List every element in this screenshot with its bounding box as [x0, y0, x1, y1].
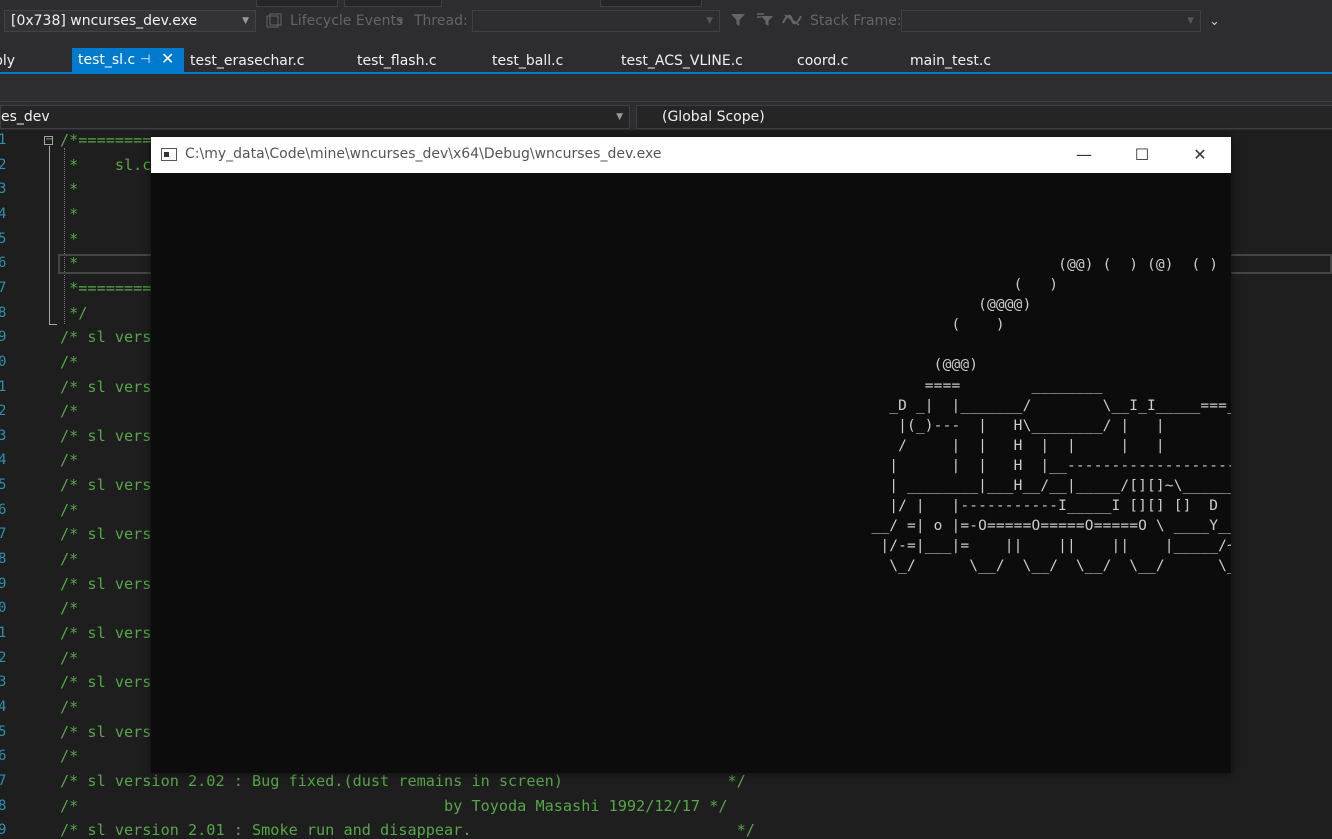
code-line: * [60, 180, 79, 198]
line-number: 1 [0, 625, 7, 641]
minimize-button[interactable]: — [1061, 137, 1107, 173]
scope-dropdown[interactable]: (Global Scope) [636, 105, 1332, 129]
line-number: 9 [0, 822, 7, 838]
lifecycle-events-button[interactable]: Lifecycle Events [290, 13, 403, 29]
code-line: * [60, 254, 79, 272]
debug-location-toolbar: [0x738] wncurses_dev.exe ▼ Lifecycle Eve… [0, 0, 1332, 44]
tab-label: coord.c [797, 53, 849, 69]
project-dropdown[interactable]: es_dev ▼ [0, 105, 630, 129]
line-number: 3 [0, 181, 7, 197]
fold-guide-line [49, 146, 50, 324]
tab-test-sl-c[interactable]: test_sl.c ⊣ ✕ [72, 48, 184, 74]
fold-guide-end [49, 324, 57, 325]
code-line: /* [60, 353, 79, 371]
close-button[interactable]: ✕ [1177, 137, 1223, 173]
maximize-button[interactable]: ☐ [1119, 137, 1165, 173]
console-output: (@@) ( ) (@) ( ) @@ () @ O @ ( ) (@@@@) … [151, 173, 1231, 773]
line-number: 8 [0, 551, 7, 567]
code-line: */ [60, 304, 88, 322]
editor-subbar [0, 74, 1332, 102]
line-number: 8 [0, 305, 7, 321]
code-line: /* [60, 747, 79, 765]
collapse-region-icon[interactable]: − [44, 135, 53, 145]
thread-label: Thread: [414, 13, 468, 29]
code-line: /* [60, 698, 79, 716]
line-number: 0 [0, 354, 7, 370]
line-number: 6 [0, 748, 7, 764]
tab-partial[interactable]: bly [0, 50, 40, 72]
lifecycle-events-icon [266, 13, 282, 33]
close-icon[interactable]: ✕ [161, 49, 174, 68]
line-number: 5 [0, 477, 7, 493]
line-number: 8 [0, 798, 7, 814]
code-line: /* sl version 2.02 : Bug fixed.(dust rem… [60, 772, 746, 790]
code-line: /* [60, 550, 79, 568]
collapsed-toolbar-tab[interactable] [344, 0, 442, 7]
code-line: /* sl version 2.01 : Smoke run and disap… [60, 821, 755, 839]
line-number: 4 [0, 206, 7, 222]
line-number: 7 [0, 526, 7, 542]
line-number: 2 [0, 650, 7, 666]
code-line: * [60, 205, 79, 223]
tab-label: test_sl.c [78, 52, 136, 68]
collapsed-toolbar-tab[interactable] [256, 0, 338, 7]
console-title-bar[interactable]: C:\my_data\Code\mine\wncurses_dev\x64\De… [151, 137, 1231, 173]
code-line: /* [60, 402, 79, 420]
line-number: 1 [0, 379, 7, 395]
line-number: 3 [0, 674, 7, 690]
line-number: 6 [0, 502, 7, 518]
process-value: [0x738] wncurses_dev.exe [11, 13, 198, 29]
tab-label: test_erasechar.c [190, 53, 305, 69]
line-number: 5 [0, 231, 7, 247]
code-line: * [60, 230, 79, 248]
process-dropdown[interactable]: [0x738] wncurses_dev.exe ▼ [4, 10, 256, 32]
code-line: * sl.c [60, 156, 152, 174]
thread-flag-icon[interactable] [782, 12, 802, 32]
toggle-flag-filter-icon[interactable] [756, 12, 774, 32]
console-app-icon [161, 148, 177, 161]
line-number: 6 [0, 255, 7, 271]
line-number: 0 [0, 600, 7, 616]
stack-frame-dropdown[interactable]: ▼ [901, 10, 1201, 32]
tab-label: test_ball.c [492, 53, 564, 69]
tab-label: test_flash.c [357, 53, 437, 69]
toolbar-overflow-button[interactable]: ⌄ [1209, 14, 1220, 29]
code-line: /* [60, 599, 79, 617]
code-line: /* by Toyoda Masashi 1992/12/17 */ [60, 797, 728, 815]
code-line: /* [60, 649, 79, 667]
code-line: /* [60, 451, 79, 469]
chevron-down-icon: ▼ [706, 16, 713, 26]
document-tab-strip: bly test_sl.c ⊣ ✕ test_erasechar.c test_… [0, 44, 1332, 74]
line-number: 5 [0, 724, 7, 740]
tab-label: test_ACS_VLINE.c [621, 53, 743, 69]
lifecycle-chevron-icon[interactable]: ▾ [398, 16, 403, 27]
collapsed-toolbar-tab[interactable] [600, 0, 702, 7]
chevron-down-icon: ▼ [1187, 16, 1194, 26]
chevron-down-icon: ▼ [242, 16, 249, 26]
tab-label: main_test.c [910, 53, 992, 69]
steam-locomotive-ascii-art: (@@) ( ) (@) ( ) @@ () @ O @ ( ) (@@@@) … [871, 257, 1231, 575]
thread-dropdown[interactable]: ▼ [472, 10, 720, 32]
filter-icon[interactable] [730, 12, 746, 32]
line-number: 1 [0, 132, 7, 148]
pin-icon[interactable]: ⊣ [140, 52, 150, 66]
tab-label: bly [0, 53, 16, 69]
line-number: 9 [0, 329, 7, 345]
scope-value: (Global Scope) [662, 109, 765, 125]
line-number: 2 [0, 403, 7, 419]
navigation-bar: es_dev ▼ (Global Scope) [0, 102, 1332, 130]
chevron-down-icon: ▼ [616, 112, 623, 122]
line-number: 4 [0, 699, 7, 715]
project-value: es_dev [1, 109, 50, 125]
console-title: C:\my_data\Code\mine\wncurses_dev\x64\De… [185, 146, 662, 162]
stack-frame-label: Stack Frame: [810, 13, 902, 29]
code-line: /* [60, 501, 79, 519]
line-number: 7 [0, 773, 7, 789]
console-window[interactable]: C:\my_data\Code\mine\wncurses_dev\x64\De… [151, 137, 1231, 773]
line-number: 9 [0, 576, 7, 592]
line-number: 3 [0, 428, 7, 444]
line-number: 4 [0, 452, 7, 468]
line-number: 2 [0, 157, 7, 173]
line-number: 7 [0, 280, 7, 296]
